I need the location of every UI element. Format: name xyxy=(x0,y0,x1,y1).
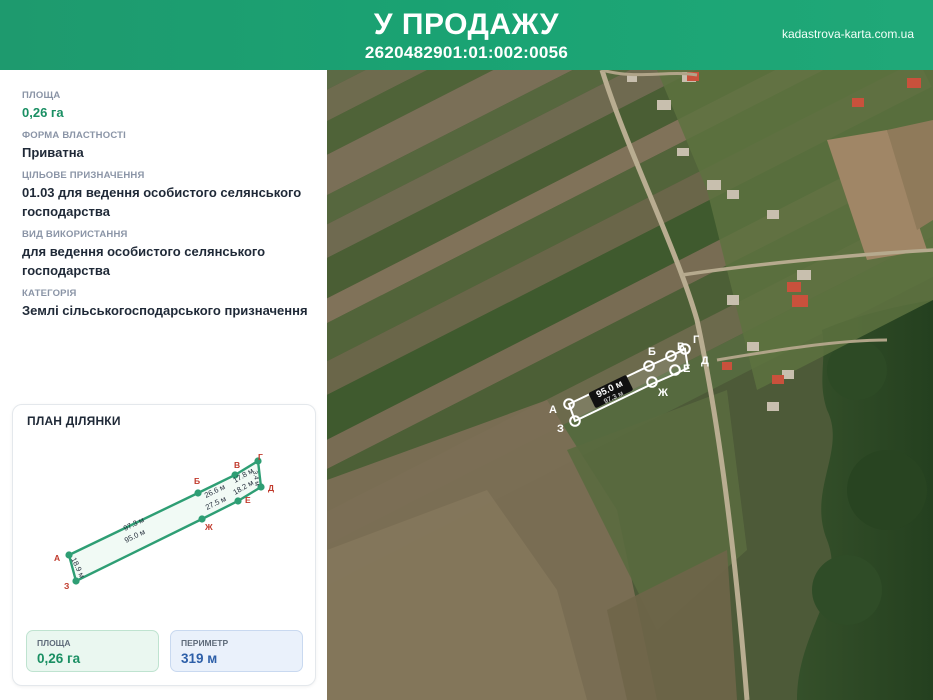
detail-area: ПЛОЩА 0,26 га xyxy=(22,90,317,122)
detail-usage-label: ВИД ВИКОРИСТАННЯ xyxy=(22,229,128,240)
map-label-b: Б xyxy=(648,346,656,358)
map-label-d: Д xyxy=(701,355,709,367)
point-label-e: Е xyxy=(245,495,251,505)
perimeter-stat-card: ПЕРИМЕТР 319 м xyxy=(170,630,303,672)
perimeter-stat-label: ПЕРИМЕТР xyxy=(181,638,229,648)
cadastral-number: 2620482901:01:002:0056 xyxy=(364,43,569,62)
point-label-v: В xyxy=(234,460,240,470)
vertex-a xyxy=(65,551,73,559)
detail-category: КАТЕГОРІЯ Землі сільськогосподарського п… xyxy=(22,288,317,320)
detail-purpose-value: 01.03 для ведення особистого селянського… xyxy=(22,185,302,219)
site-link[interactable]: kadastrova-karta.com.ua xyxy=(782,27,914,41)
detail-category-label: КАТЕГОРІЯ xyxy=(22,288,77,299)
point-label-d: Д xyxy=(268,483,274,493)
detail-ownership-label: ФОРМА ВЛАСТНОСТІ xyxy=(22,130,126,141)
point-label-z: З xyxy=(64,581,69,591)
detail-area-value: 0,26 га xyxy=(22,105,64,120)
area-stat-card: ПЛОЩА 0,26 га xyxy=(26,630,159,672)
detail-usage-value: для ведення особистого селянського госпо… xyxy=(22,244,266,278)
map-label-a: А xyxy=(549,404,557,416)
detail-purpose: ЦІЛЬОВЕ ПРИЗНАЧЕННЯ 01.03 для ведення ос… xyxy=(22,170,317,221)
detail-area-label: ПЛОЩА xyxy=(22,90,61,101)
area-stat-label: ПЛОЩА xyxy=(37,638,71,648)
point-label-a: А xyxy=(54,553,60,563)
map-label-g: Г xyxy=(693,334,700,346)
vertex-b xyxy=(194,489,202,497)
map-imagery: 95.0 м 97.3 м А Б В Г Д Е Ж З xyxy=(327,70,933,700)
detail-ownership: ФОРМА ВЛАСТНОСТІ Приватна xyxy=(22,130,317,162)
header-banner: У ПРОДАЖУ 2620482901:01:002:0056 kadastr… xyxy=(0,0,933,70)
perimeter-stat-value: 319 м xyxy=(181,651,218,666)
point-label-g: Г xyxy=(258,452,263,462)
satellite-map[interactable]: 95.0 м 97.3 м А Б В Г Д Е Ж З xyxy=(327,70,933,700)
plot-plan-diagram: А Б В Г Д Е Ж З 97.3 м 95.0 м 26.6 м 27.… xyxy=(54,452,274,591)
detail-category-value: Землі сільськогосподарського призначення xyxy=(22,303,308,318)
detail-usage: ВИД ВИКОРИСТАННЯ для ведення особистого … xyxy=(22,229,317,280)
point-label-b: Б xyxy=(194,476,200,486)
map-label-zh: Ж xyxy=(657,387,668,399)
area-stat-value: 0,26 га xyxy=(37,651,81,666)
detail-purpose-label: ЦІЛЬОВЕ ПРИЗНАЧЕННЯ xyxy=(22,170,145,181)
point-label-zh: Ж xyxy=(204,522,213,532)
map-label-v: В xyxy=(677,341,685,353)
plot-plan-card: ПЛАН ДІЛЯНКИ А Б В Г Д Е Ж З 97.3 м 95.0… xyxy=(12,404,316,686)
map-label-z: З xyxy=(557,423,564,435)
map-label-e: Е xyxy=(683,363,690,375)
detail-ownership-value: Приватна xyxy=(22,145,84,160)
vertex-e xyxy=(234,497,242,505)
